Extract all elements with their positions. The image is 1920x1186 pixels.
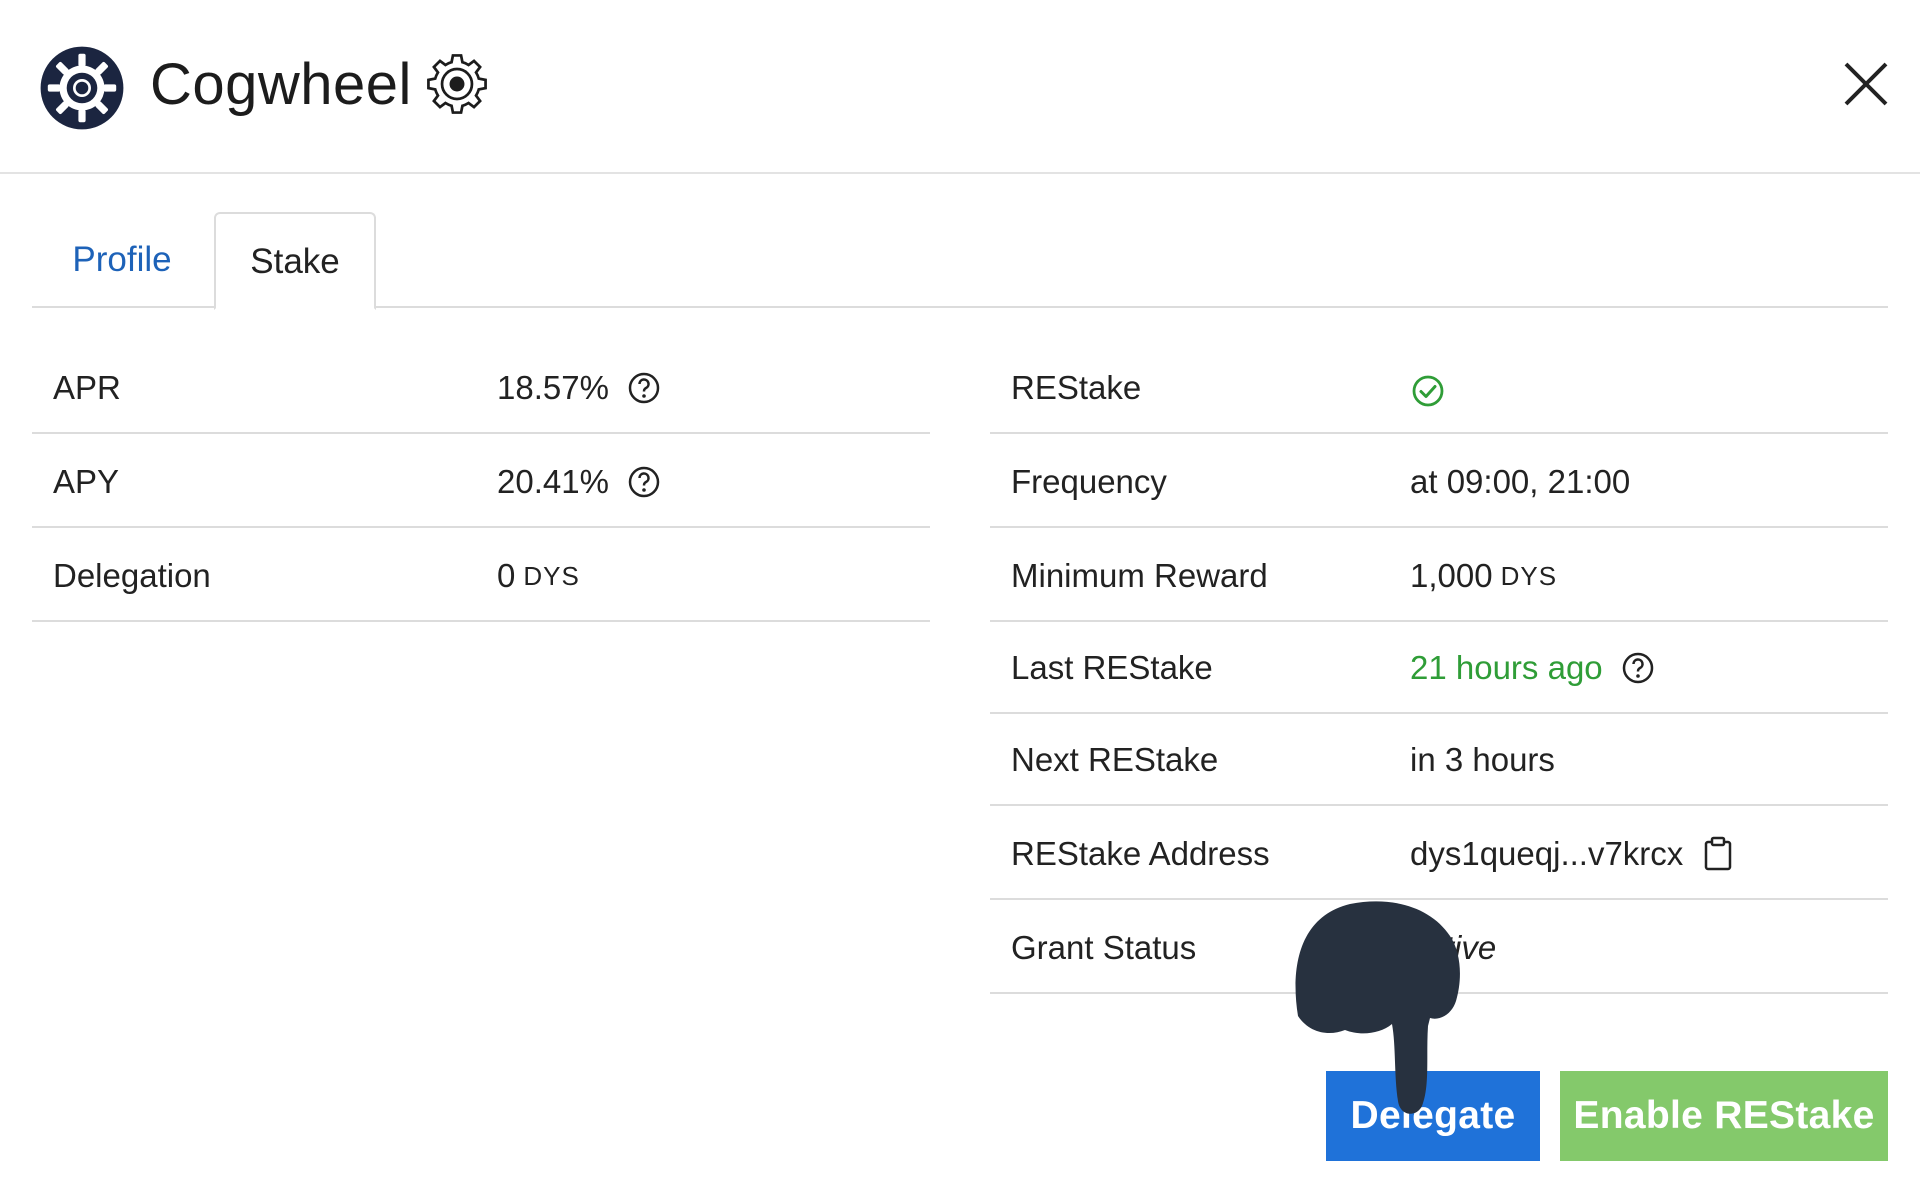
apr-value-text: 18.57% [497,369,609,406]
last-restake-text: 21 hours ago [1410,649,1603,686]
grant-status-value: active [1410,929,1497,966]
delegate-button[interactable]: Delegate [1326,1071,1540,1161]
restake-address-label: REStake Address [1011,835,1270,872]
restake-value [1410,342,1446,434]
table-row: Frequency at 09:00, 21:00 [990,436,1888,528]
table-row: Minimum Reward 1,000 DYS [990,530,1888,622]
check-circle-icon [1412,375,1444,407]
frequency-value: at 09:00, 21:00 [1410,463,1631,500]
table-row: Last REStake 21 hours ago [990,622,1888,714]
delegation-value: 0 DYS [497,530,580,622]
apr-label: APR [53,369,121,406]
modal-header: Cogwheel [0,0,1920,174]
help-icon[interactable] [627,371,661,405]
restake-address-value: dys1queqj...v7krcx [1410,808,1735,900]
grant-status-label: Grant Status [1011,929,1197,966]
table-row: REStake [990,342,1888,434]
table-row: REStake Address dys1queqj...v7krcx [990,808,1888,900]
cogwheel-logo-icon [40,46,124,130]
table-row: APY 20.41% [32,436,930,528]
stake-stats-table: APR 18.57% APY 20.41% Delegation 0 DYS [32,342,930,624]
tab-profile[interactable]: Profile [32,212,212,308]
last-restake-label: Last REStake [1011,649,1213,686]
restake-address-text: dys1queqj...v7krcx [1410,835,1684,872]
table-row: Grant Status active [990,902,1888,994]
apr-value: 18.57% [497,342,661,434]
gear-icon [427,54,487,114]
next-restake-label: Next REStake [1011,741,1219,778]
enable-restake-button[interactable]: Enable REStake [1560,1071,1888,1161]
table-row: Delegation 0 DYS [32,530,930,622]
last-restake-value: 21 hours ago [1410,622,1655,714]
tab-stake[interactable]: Stake [214,212,376,310]
delegation-unit: DYS [523,561,580,591]
minimum-reward-value: 1,000 DYS [1410,530,1557,622]
apy-value-text: 20.41% [497,463,609,500]
table-row: APR 18.57% [32,342,930,434]
minimum-reward-amount: 1,000 [1410,557,1493,594]
table-row: Next REStake in 3 hours [990,714,1888,806]
minimum-reward-unit: DYS [1500,561,1558,591]
apy-value: 20.41% [497,436,661,528]
minimum-reward-label: Minimum Reward [1011,557,1268,594]
apy-label: APY [53,463,120,500]
help-icon[interactable] [627,465,661,499]
restake-label: REStake [1011,369,1142,406]
validator-name: Cogwheel [150,52,412,117]
frequency-label: Frequency [1011,463,1167,500]
delegation-amount: 0 [497,557,516,594]
clipboard-icon[interactable] [1701,836,1735,872]
restake-table: REStake Frequency at 09:00, 21:00 Minimu… [990,342,1888,994]
help-icon[interactable] [1621,651,1655,685]
tab-bar: Profile Stake [32,212,1888,310]
close-icon[interactable] [1840,58,1892,110]
delegation-label: Delegation [53,557,211,594]
next-restake-value: in 3 hours [1410,741,1555,778]
